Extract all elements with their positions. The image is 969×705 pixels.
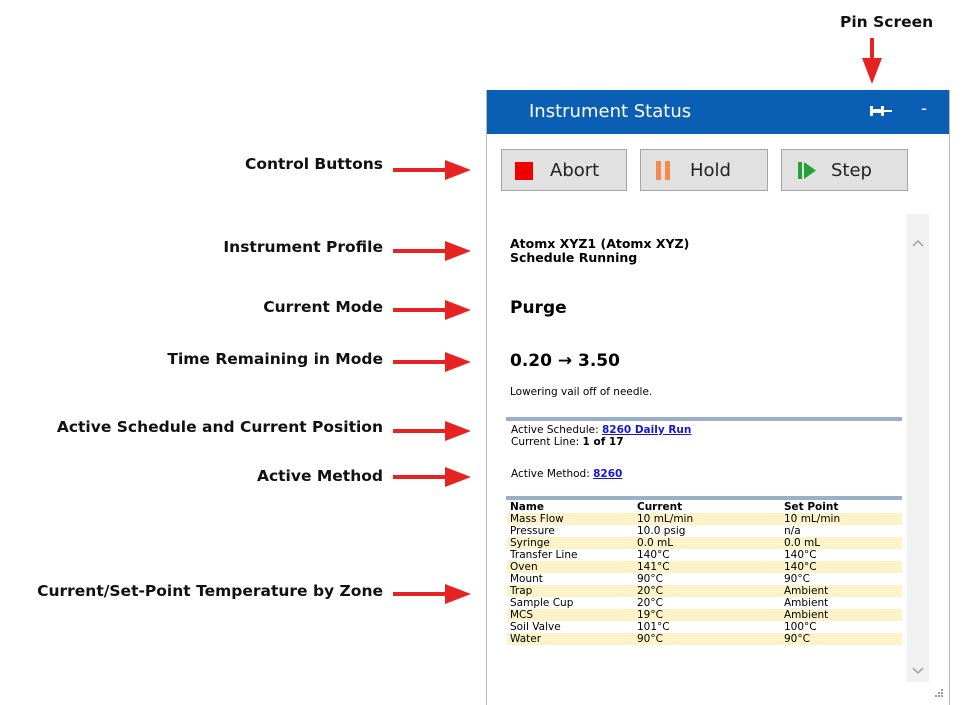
zone-table: Name Current Set Point Mass Flow 10 mL/mi…	[507, 501, 902, 645]
callout-control-buttons: Control Buttons	[244, 155, 383, 173]
callout-arrow-current-mode	[393, 300, 471, 320]
zone-set-point: 0.0 mL	[781, 537, 902, 549]
column-header: Current	[637, 501, 683, 513]
zone-name: Transfer Line	[507, 549, 634, 561]
table-row: Trap 20°C Ambient	[507, 585, 902, 597]
zone-current: 19°C	[634, 609, 781, 621]
zone-current: 20°C	[634, 597, 781, 609]
zone-set-point: 90°C	[781, 633, 902, 645]
current-mode: Purge	[510, 298, 567, 318]
title-bar: Instrument Status -	[487, 90, 949, 134]
zone-name: Sample Cup	[507, 597, 634, 609]
vertical-scrollbar[interactable]	[907, 214, 929, 682]
zone-table-header: Name Current Set Point	[507, 501, 902, 513]
minimize-button[interactable]: -	[914, 98, 934, 122]
callout-arrow-temperature	[393, 584, 471, 604]
callout-arrow-control-buttons	[393, 160, 471, 180]
schedule-state: Schedule Running	[510, 250, 638, 265]
active-schedule-label: Active Schedule:	[511, 424, 602, 436]
table-row: Soil Valve 101°C 100°C	[507, 621, 902, 633]
callout-temperature-by-zone: Current/Set-Point Temperature by Zone	[37, 582, 383, 600]
callout-active-schedule: Active Schedule and Current Position	[56, 418, 383, 436]
callout-time-remaining: Time Remaining in Mode	[167, 350, 383, 368]
zone-set-point: 90°C	[781, 573, 902, 585]
zone-set-point: Ambient	[781, 597, 902, 609]
callout-arrow-active-method	[393, 467, 471, 487]
section-divider	[506, 417, 902, 421]
table-row: MCS 19°C Ambient	[507, 609, 902, 621]
callout-instrument-profile: Instrument Profile	[223, 238, 383, 256]
current-line-label: Current Line:	[511, 436, 583, 448]
instrument-profile: Atomx XYZ1 (Atomx XYZ) Schedule Running	[510, 237, 689, 265]
zone-name: Mount	[507, 573, 634, 585]
hold-button[interactable]: Hold	[640, 149, 768, 191]
instrument-status-window: Instrument Status - Abort Hold Step Atom…	[486, 90, 950, 705]
step-button[interactable]: Step	[781, 149, 908, 191]
zone-name: MCS	[507, 609, 634, 621]
zone-current: 10.0 psig	[634, 525, 781, 537]
active-schedule-block: Active Schedule: 8260 Daily Run Current …	[511, 424, 691, 448]
active-schedule-link[interactable]: 8260 Daily Run	[602, 424, 691, 436]
table-row: Water 90°C 90°C	[507, 633, 902, 645]
scroll-down-icon[interactable]	[911, 664, 925, 676]
column-header: Set Point	[784, 501, 839, 513]
table-row: Oven 141°C 140°C	[507, 561, 902, 573]
zone-current: 90°C	[634, 633, 781, 645]
zone-current: 101°C	[634, 621, 781, 633]
abort-button[interactable]: Abort	[501, 149, 627, 191]
status-message: Lowering vail off of needle.	[510, 386, 653, 398]
time-remaining: 0.20 → 3.50	[510, 351, 620, 371]
callout-pin-screen: Pin Screen	[840, 13, 934, 31]
zone-name: Oven	[507, 561, 634, 573]
table-row: Pressure 10.0 psig n/a	[507, 525, 902, 537]
callout-arrow-instrument-profile	[393, 241, 471, 261]
zone-name: Mass Flow	[507, 513, 634, 525]
resize-grip-icon[interactable]	[932, 687, 944, 699]
zone-set-point: n/a	[781, 525, 902, 537]
zone-set-point: Ambient	[781, 609, 902, 621]
scroll-up-icon[interactable]	[911, 236, 925, 248]
stop-square-icon	[515, 162, 533, 180]
zone-set-point: Ambient	[781, 585, 902, 597]
pause-icon	[656, 161, 672, 180]
zone-name: Pressure	[507, 525, 634, 537]
abort-label: Abort	[550, 160, 600, 181]
callout-arrow-pin-screen	[862, 38, 882, 84]
zone-current: 90°C	[634, 573, 781, 585]
zone-current: 140°C	[634, 549, 781, 561]
zone-set-point: 140°C	[781, 549, 902, 561]
zone-set-point: 10 mL/min	[781, 513, 902, 525]
table-row: Transfer Line 140°C 140°C	[507, 549, 902, 561]
active-method-block: Active Method: 8260	[511, 468, 622, 480]
table-row: Mass Flow 10 mL/min 10 mL/min	[507, 513, 902, 525]
hold-label: Hold	[690, 160, 731, 181]
table-row: Sample Cup 20°C Ambient	[507, 597, 902, 609]
table-row: Syringe 0.0 mL 0.0 mL	[507, 537, 902, 549]
column-header: Name	[510, 501, 544, 513]
step-forward-icon	[798, 161, 820, 180]
zone-name: Water	[507, 633, 634, 645]
active-method-link[interactable]: 8260	[593, 468, 622, 480]
zone-set-point: 100°C	[781, 621, 902, 633]
step-label: Step	[831, 160, 872, 181]
instrument-name: Atomx XYZ1 (Atomx XYZ)	[510, 236, 690, 251]
current-line-value: 1 of 17	[582, 436, 624, 448]
callout-arrow-time-remaining	[393, 352, 471, 372]
zone-current: 20°C	[634, 585, 781, 597]
zone-name: Soil Valve	[507, 621, 634, 633]
callout-arrow-active-schedule	[393, 421, 471, 441]
active-method-label: Active Method:	[511, 468, 594, 480]
window-title: Instrument Status	[529, 101, 692, 122]
callout-current-mode: Current Mode	[263, 298, 383, 316]
zone-current: 10 mL/min	[634, 513, 781, 525]
zone-name: Trap	[507, 585, 634, 597]
callout-active-method: Active Method	[256, 467, 383, 485]
zone-name: Syringe	[507, 537, 634, 549]
section-divider	[506, 496, 902, 500]
zone-set-point: 140°C	[781, 561, 902, 573]
pin-icon[interactable]	[869, 102, 897, 120]
zone-current: 141°C	[634, 561, 781, 573]
zone-current: 0.0 mL	[634, 537, 781, 549]
table-row: Mount 90°C 90°C	[507, 573, 902, 585]
